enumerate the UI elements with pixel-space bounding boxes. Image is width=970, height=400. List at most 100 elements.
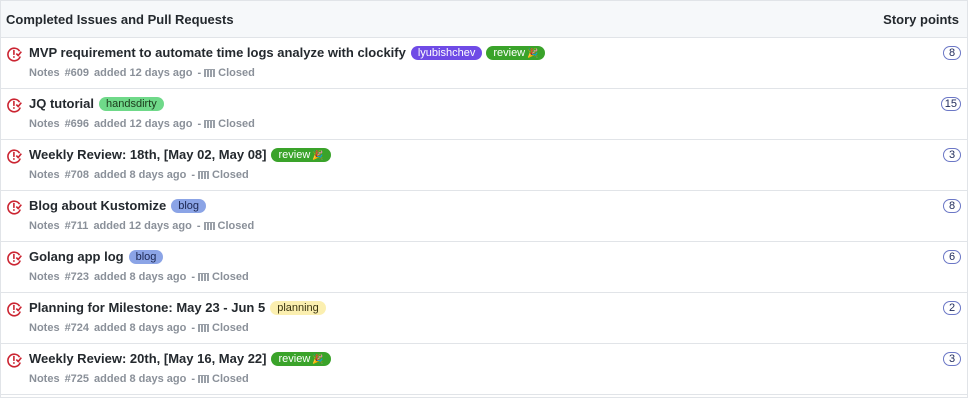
- milestone-icon: [203, 221, 215, 231]
- issue-closed-icon: [6, 148, 22, 164]
- issue-row[interactable]: Planning for Milestone: May 23 - Jun 5 p…: [1, 293, 967, 344]
- issue-repo[interactable]: Notes: [29, 322, 60, 334]
- issue-row[interactable]: Golang app log blog Notes #723 added 8 d…: [1, 242, 967, 293]
- dash-separator: -: [196, 220, 201, 232]
- issue-labels: handsdirty: [99, 96, 164, 111]
- issue-number[interactable]: #696: [65, 118, 89, 130]
- issue-meta: Notes #609 added 12 days ago - Closed: [29, 67, 255, 79]
- issue-meta: Notes #708 added 8 days ago - Closed: [29, 169, 249, 181]
- issue-meta: Notes #711 added 12 days ago - Closed: [29, 220, 254, 232]
- issue-meta: Notes #696 added 12 days ago - Closed: [29, 118, 255, 130]
- milestone-icon: [198, 272, 210, 282]
- issue-title-link[interactable]: Weekly Review: 18th, [May 02, May 08]: [29, 147, 266, 162]
- issue-labels: planning: [270, 300, 326, 315]
- story-points-badge: 8: [943, 199, 961, 213]
- issue-status: - Closed: [197, 118, 254, 130]
- issue-closed-icon: [6, 97, 22, 113]
- issue-closed-icon: [6, 352, 22, 368]
- tada-icon: 🎉: [312, 149, 324, 160]
- dash-separator: -: [197, 67, 202, 79]
- issue-status-text: Closed: [212, 169, 249, 181]
- issue-title-line: Blog about Kustomize blog: [29, 198, 207, 213]
- issue-closed-icon: [6, 46, 22, 62]
- issue-labels: blog: [128, 249, 164, 264]
- panel-header: Completed Issues and Pull Requests Story…: [1, 1, 967, 38]
- story-points-badge: 2: [943, 301, 961, 315]
- story-points-badge: 3: [943, 352, 961, 366]
- completed-issues-panel: Completed Issues and Pull Requests Story…: [0, 0, 968, 398]
- issue-number[interactable]: #724: [65, 322, 89, 334]
- issue-number[interactable]: #723: [65, 271, 89, 283]
- issue-closed-icon: [6, 250, 22, 266]
- issue-added-time: added 8 days ago: [94, 322, 187, 334]
- issue-repo[interactable]: Notes: [29, 118, 60, 130]
- issue-title-link[interactable]: JQ tutorial: [29, 96, 94, 111]
- issue-label-text: blog: [178, 199, 200, 212]
- milestone-icon: [198, 323, 210, 333]
- issue-repo[interactable]: Notes: [29, 271, 60, 283]
- issue-row[interactable]: Weekly Review: 18th, [May 02, May 08] re…: [1, 140, 967, 191]
- issue-closed-icon: [6, 199, 22, 215]
- issue-status-text: Closed: [217, 220, 255, 232]
- issue-number[interactable]: #708: [65, 169, 89, 181]
- issue-row[interactable]: Blog about Kustomize blog Notes #711 add…: [1, 191, 967, 242]
- issue-title-link[interactable]: Planning for Milestone: May 23 - Jun 5: [29, 300, 265, 315]
- issue-status-text: Closed: [212, 373, 249, 385]
- issue-repo[interactable]: Notes: [29, 169, 60, 181]
- issue-title-line: Weekly Review: 20th, [May 16, May 22] re…: [29, 351, 331, 366]
- issue-title-line: Weekly Review: 18th, [May 02, May 08] re…: [29, 147, 331, 162]
- dash-separator: -: [197, 118, 202, 130]
- issue-added-time: added 12 days ago: [93, 220, 192, 232]
- story-points-heading: Story points: [883, 11, 959, 27]
- issue-added-time: added 8 days ago: [94, 169, 187, 181]
- issue-title-link[interactable]: Golang app log: [29, 249, 124, 264]
- issue-label[interactable]: blog: [171, 198, 207, 213]
- issue-label-text: review: [493, 46, 526, 59]
- issue-added-time: added 8 days ago: [94, 373, 187, 385]
- milestone-icon: [198, 170, 210, 180]
- issue-status: - Closed: [191, 271, 248, 283]
- issue-label-text: lyubishchev: [417, 46, 476, 59]
- issue-added-time: added 12 days ago: [94, 67, 193, 79]
- issue-status-text: Closed: [218, 67, 255, 79]
- issue-status: - Closed: [191, 322, 248, 334]
- issue-added-time: added 8 days ago: [94, 271, 187, 283]
- issue-label-text: planning: [277, 301, 319, 314]
- issue-number[interactable]: #725: [65, 373, 89, 385]
- dash-separator: -: [191, 373, 196, 385]
- tada-icon: 🎉: [527, 47, 539, 58]
- issue-repo[interactable]: Notes: [29, 67, 60, 79]
- issue-label-text: blog: [135, 250, 157, 263]
- issue-repo[interactable]: Notes: [29, 373, 60, 385]
- issue-label[interactable]: review 🎉: [271, 351, 331, 366]
- issue-label[interactable]: lyubishchev: [410, 45, 483, 60]
- issue-label-text: review: [278, 352, 311, 365]
- issue-status: - Closed: [197, 220, 254, 232]
- issue-closed-icon: [6, 301, 22, 317]
- issue-number[interactable]: #711: [65, 220, 89, 232]
- milestone-icon: [204, 119, 216, 129]
- issue-title-link[interactable]: MVP requirement to automate time logs an…: [29, 45, 406, 60]
- issue-label[interactable]: review 🎉: [271, 147, 331, 162]
- issue-status-text: Closed: [218, 118, 255, 130]
- issue-title-link[interactable]: Blog about Kustomize: [29, 198, 166, 213]
- issue-labels: review 🎉: [271, 351, 331, 366]
- issue-row[interactable]: MVP requirement to automate time logs an…: [1, 38, 967, 89]
- dash-separator: -: [191, 169, 196, 181]
- issue-label[interactable]: blog: [128, 249, 164, 264]
- issue-labels: lyubishchev review 🎉: [410, 45, 546, 60]
- issue-meta: Notes #725 added 8 days ago - Closed: [29, 373, 249, 385]
- issue-status-text: Closed: [212, 322, 249, 334]
- issue-title-link[interactable]: Weekly Review: 20th, [May 16, May 22]: [29, 351, 266, 366]
- story-points-badge: 8: [943, 46, 961, 60]
- issue-meta: Notes #724 added 8 days ago - Closed: [29, 322, 249, 334]
- issue-label[interactable]: review 🎉: [486, 45, 546, 60]
- issue-repo[interactable]: Notes: [29, 220, 60, 232]
- issue-row[interactable]: JQ tutorial handsdirty Notes #696 added …: [1, 89, 967, 140]
- issue-label-text: handsdirty: [106, 97, 157, 110]
- issue-label[interactable]: handsdirty: [99, 96, 164, 111]
- issue-row[interactable]: Weekly Review: 20th, [May 16, May 22] re…: [1, 344, 967, 395]
- issue-status-text: Closed: [212, 271, 249, 283]
- issue-label[interactable]: planning: [270, 300, 326, 315]
- issue-number[interactable]: #609: [65, 67, 89, 79]
